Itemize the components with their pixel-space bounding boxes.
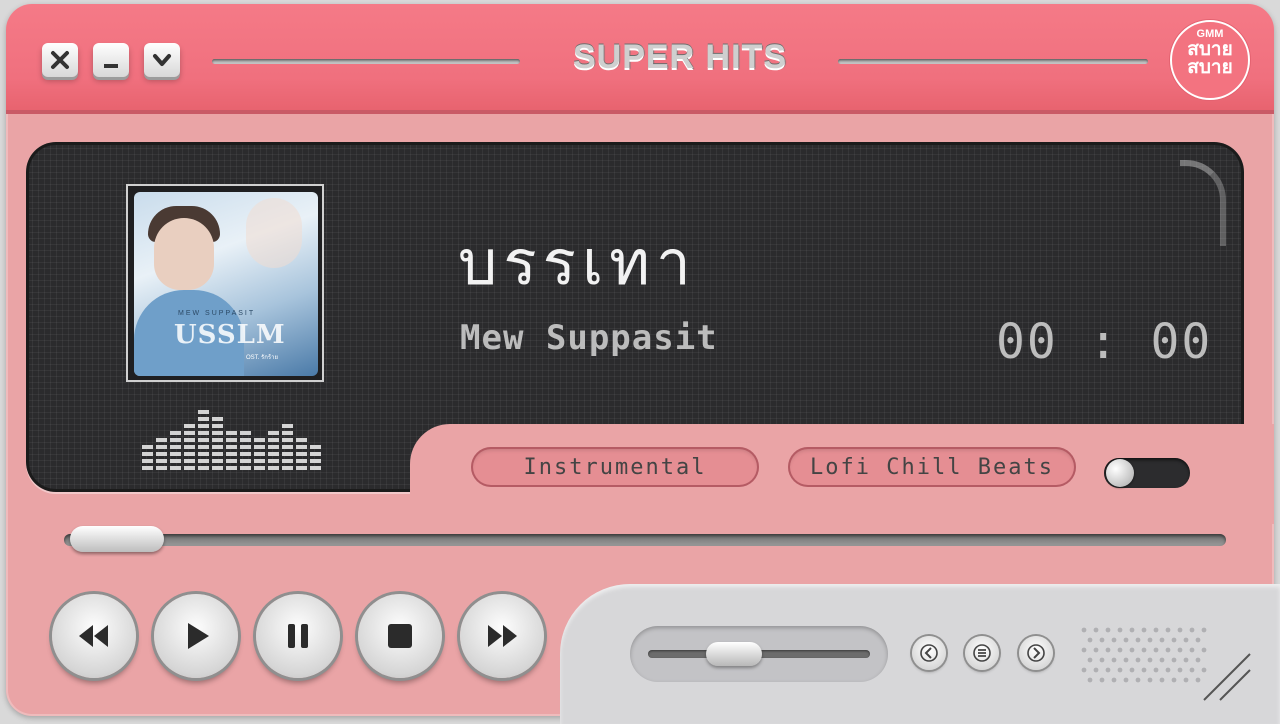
minimize-icon — [104, 64, 118, 68]
previous-button[interactable] — [912, 636, 946, 670]
stop-button[interactable] — [358, 594, 442, 678]
toggle-knob[interactable] — [1106, 459, 1134, 487]
rewind-icon — [79, 625, 108, 647]
pause-button[interactable] — [256, 594, 340, 678]
app-title: SUPER HITS — [572, 38, 788, 76]
equalizer-icon — [142, 410, 321, 470]
dropdown-button[interactable] — [144, 43, 180, 77]
resize-grip-icon[interactable] — [1198, 648, 1254, 704]
tag-instrumental[interactable]: Instrumental — [471, 447, 759, 487]
fast-forward-icon — [488, 625, 517, 647]
chevron-down-icon — [153, 54, 171, 66]
cover-ost-text: OST. รักร้าย — [246, 355, 278, 361]
seek-handle[interactable] — [70, 526, 164, 552]
album-cover: MEW SUPPASIT USSLM OST. รักร้าย — [134, 192, 318, 376]
seek-bar[interactable] — [64, 534, 1226, 546]
time-display: 00 : 00 — [996, 314, 1213, 370]
chevron-left-icon — [920, 644, 938, 662]
play-icon — [188, 623, 209, 649]
close-button[interactable] — [42, 43, 78, 77]
title-divider-left — [212, 59, 520, 64]
menu-icon — [973, 644, 991, 662]
rewind-button[interactable] — [52, 594, 136, 678]
close-icon — [51, 51, 69, 69]
minimize-button[interactable] — [93, 43, 129, 77]
cover-artist-text: MEW SUPPASIT — [178, 310, 256, 317]
volume-handle[interactable] — [706, 642, 762, 666]
menu-button[interactable] — [965, 636, 999, 670]
title-divider-right — [838, 59, 1148, 64]
logo-brand-line2: สบาย — [1187, 56, 1233, 78]
next-button[interactable] — [1019, 636, 1053, 670]
pause-icon — [288, 624, 308, 648]
tag-lofi-chill-beats[interactable]: Lofi Chill Beats — [788, 447, 1076, 487]
stop-icon — [388, 624, 412, 648]
brand-logo: GMM สบาย สบาย — [1170, 20, 1250, 100]
artist-name: Mew Suppasit — [460, 318, 718, 358]
speaker-grille-icon — [1081, 627, 1207, 683]
play-button[interactable] — [154, 594, 238, 678]
cover-title-text: USSLM — [174, 320, 286, 350]
song-title: บรรเทา — [458, 226, 697, 299]
chevron-right-icon — [1027, 644, 1045, 662]
fast-forward-button[interactable] — [460, 594, 544, 678]
album-cover-frame: MEW SUPPASIT USSLM OST. รักร้าย — [126, 184, 324, 382]
